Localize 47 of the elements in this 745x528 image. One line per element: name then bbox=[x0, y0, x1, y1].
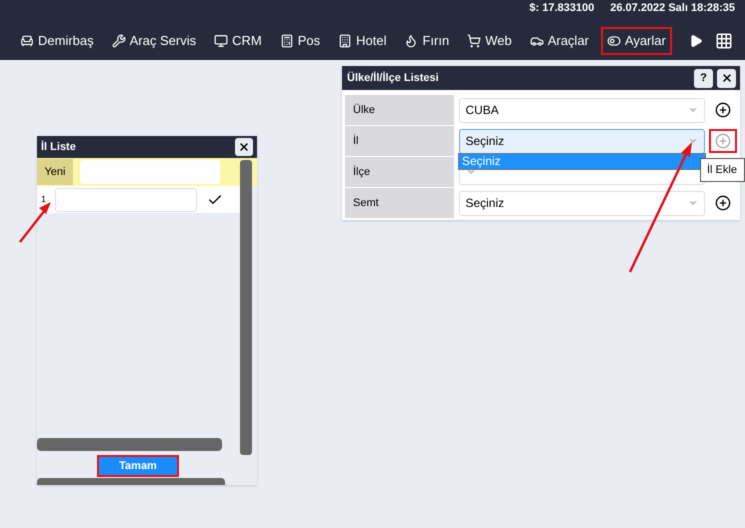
menu-item[interactable]: Ayarlar bbox=[600, 27, 672, 55]
help-button[interactable]: ? bbox=[694, 68, 713, 88]
field-label: İlçe bbox=[345, 157, 454, 187]
field-label: Ülke bbox=[345, 95, 454, 125]
name-field[interactable] bbox=[55, 188, 197, 212]
exchange-rate: $: 17.833100 bbox=[529, 1, 594, 14]
wrench-icon bbox=[112, 34, 126, 48]
armchair-icon bbox=[20, 34, 34, 48]
cart-icon bbox=[467, 34, 482, 48]
toggle-icon bbox=[606, 34, 621, 48]
menu-item[interactable]: Pos bbox=[274, 27, 326, 55]
close-icon bbox=[720, 72, 732, 84]
menu-item[interactable]: CRM bbox=[208, 27, 268, 55]
window-title: İl Liste bbox=[41, 140, 76, 155]
play-icon[interactable] bbox=[689, 34, 703, 48]
new-name-field[interactable] bbox=[80, 160, 220, 184]
row-number: 1 bbox=[40, 192, 48, 206]
plus-icon bbox=[715, 133, 732, 149]
horizontal-scrollbar[interactable] bbox=[37, 438, 222, 451]
horizontal-scrollbar[interactable] bbox=[37, 478, 225, 485]
plus-icon bbox=[715, 195, 732, 211]
menu-item[interactable]: Fırın bbox=[398, 27, 456, 55]
vertical-scrollbar[interactable] bbox=[240, 160, 252, 455]
field-label: Semt bbox=[345, 188, 454, 218]
field-label: İl bbox=[345, 126, 454, 156]
date-time: 26.07.2022 Salı 18:28:35 bbox=[610, 1, 735, 14]
close-icon bbox=[238, 141, 250, 153]
annotation-arrow bbox=[18, 200, 52, 244]
select-field[interactable]: CUBA bbox=[459, 98, 706, 122]
menu-item[interactable]: Araç Servis bbox=[106, 27, 202, 55]
select-field[interactable]: Seçiniz bbox=[459, 128, 706, 154]
building-icon bbox=[338, 34, 352, 48]
menu-item[interactable]: Web bbox=[461, 27, 518, 55]
flame-icon bbox=[404, 34, 418, 48]
monitor-icon bbox=[214, 34, 228, 48]
menu-item[interactable]: Hotel bbox=[332, 27, 392, 55]
menu-item[interactable]: Demirbaş bbox=[14, 27, 100, 55]
close-button[interactable] bbox=[717, 68, 736, 88]
dialog-title: Ülke/İl/İlçe Listesi bbox=[347, 70, 439, 86]
calculator-icon bbox=[280, 34, 294, 48]
apps-grid-icon[interactable] bbox=[715, 32, 733, 50]
close-button[interactable] bbox=[235, 138, 253, 156]
menu-item[interactable]: Araçlar bbox=[524, 27, 595, 55]
new-button[interactable]: Yeni bbox=[37, 159, 73, 185]
select-field[interactable]: Seçiniz bbox=[459, 190, 706, 216]
tooltip: İl Ekle bbox=[700, 158, 745, 182]
plus-icon bbox=[715, 102, 732, 118]
